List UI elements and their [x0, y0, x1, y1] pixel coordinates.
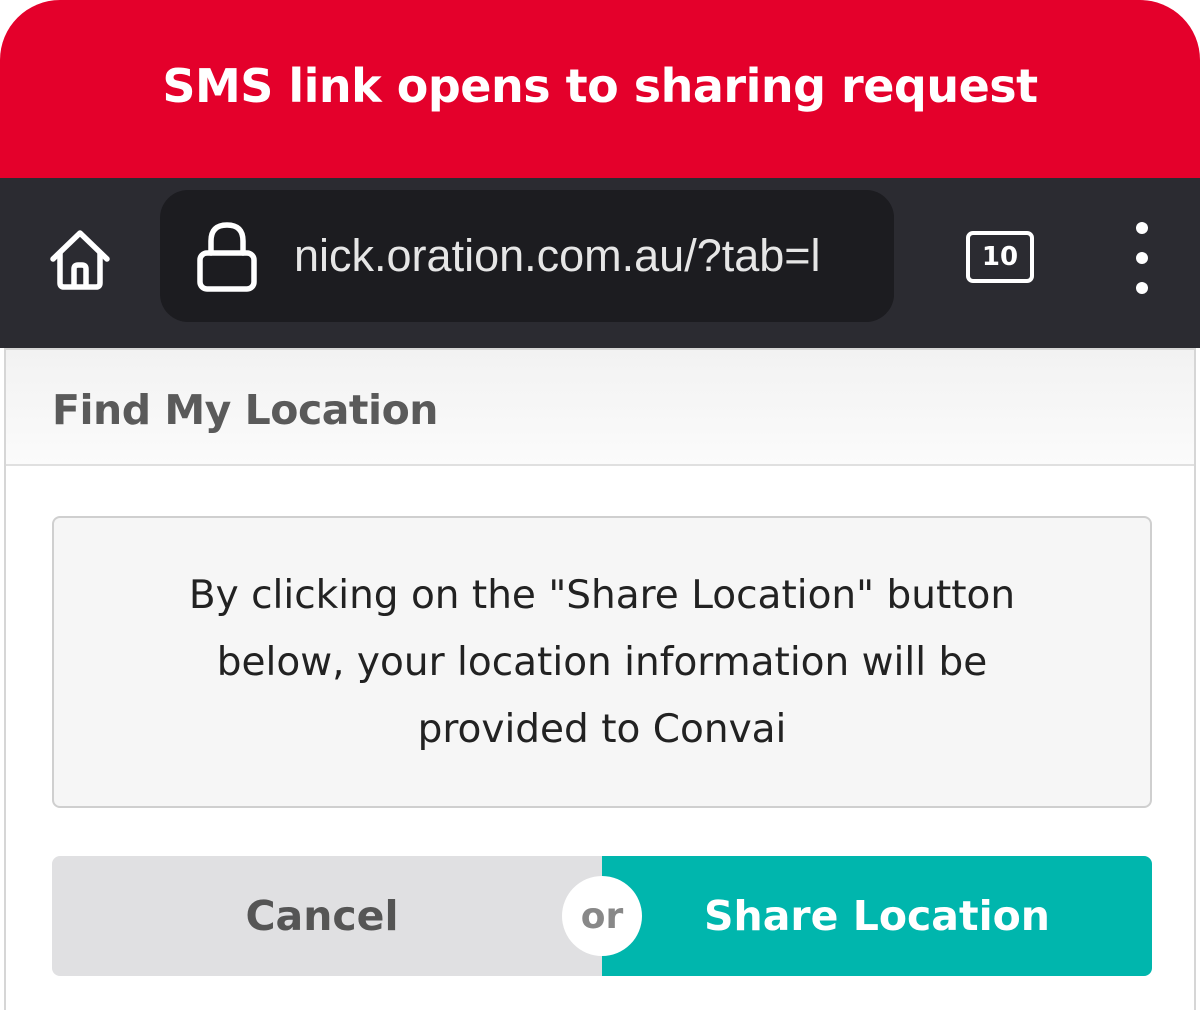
browser-toolbar: nick.oration.com.au/?tab=l 10	[0, 178, 1200, 348]
action-buttons: Cancel Share Location or	[52, 856, 1152, 976]
more-vert-icon	[1136, 222, 1148, 234]
find-location-panel: Find My Location By clicking on the "Sha…	[4, 348, 1196, 1010]
share-location-button[interactable]: Share Location	[602, 856, 1152, 976]
cancel-button[interactable]: Cancel	[52, 856, 602, 976]
share-label: Share Location	[704, 892, 1050, 940]
home-button[interactable]	[42, 222, 118, 298]
panel-header: Find My Location	[6, 348, 1194, 466]
more-menu-button[interactable]	[1122, 218, 1162, 298]
consent-text: By clicking on the "Share Location" butt…	[188, 572, 1016, 752]
banner-title: SMS link opens to sharing request	[162, 59, 1038, 113]
home-icon	[50, 230, 110, 290]
lock-icon	[197, 222, 257, 292]
tabs-button[interactable]: 10	[966, 231, 1034, 283]
url-text: nick.oration.com.au/?tab=l	[294, 230, 821, 281]
consent-notice: By clicking on the "Share Location" butt…	[52, 516, 1152, 808]
banner: SMS link opens to sharing request	[0, 0, 1200, 178]
panel-title: Find My Location	[52, 386, 438, 434]
or-divider: or	[562, 876, 642, 956]
url-fade	[824, 190, 894, 322]
cancel-label: Cancel	[245, 892, 399, 940]
tab-count: 10	[981, 242, 1019, 272]
address-bar[interactable]: nick.oration.com.au/?tab=l	[160, 190, 894, 322]
